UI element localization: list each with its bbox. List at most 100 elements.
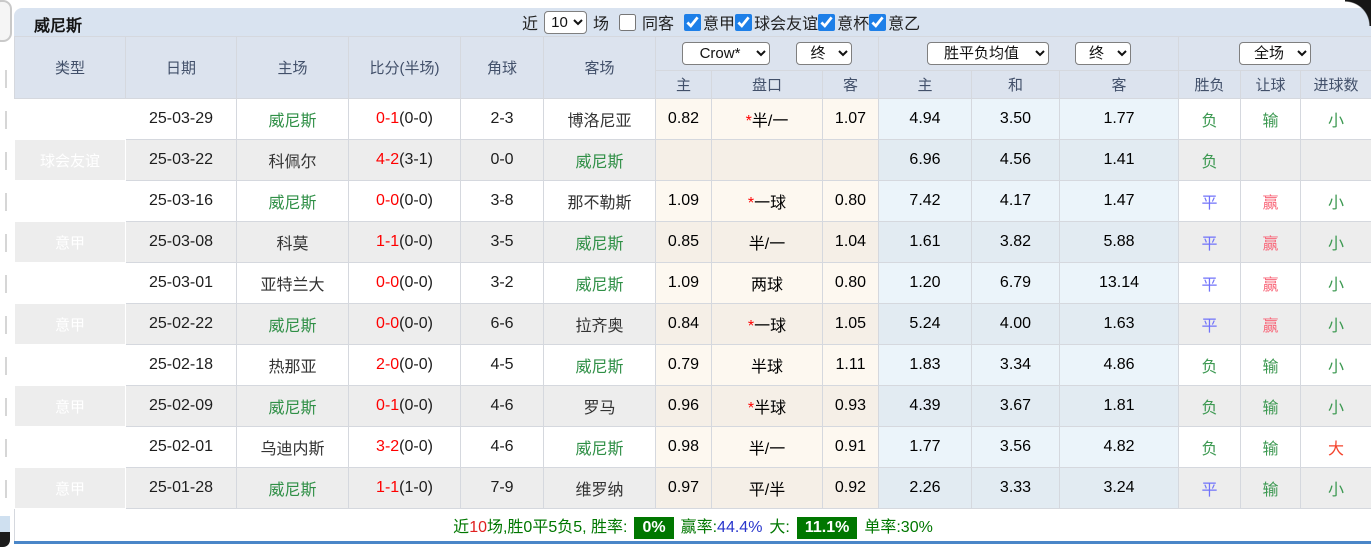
home-team-name[interactable]: 热那亚 bbox=[236, 344, 349, 386]
corners-cell: 4-5 bbox=[460, 344, 544, 386]
score-cell: 0-1(0-0) bbox=[348, 98, 461, 140]
sub-header-goals: 进球数 bbox=[1300, 70, 1371, 99]
fulltime-score: 0-0 bbox=[376, 315, 400, 332]
halftime-score: (0-0) bbox=[399, 274, 433, 291]
league-label-coppa-italia: 意杯 bbox=[837, 16, 870, 33]
handicap-time-select[interactable]: 终 bbox=[796, 42, 852, 65]
away-team-name[interactable]: 威尼斯 bbox=[543, 262, 656, 304]
window-edge-artifact bbox=[0, 0, 12, 42]
sub-header-handicap-result: 让球 bbox=[1240, 70, 1302, 99]
recent-count-select[interactable]: 10 bbox=[544, 10, 588, 34]
halftime-score: (1-0) bbox=[399, 479, 433, 496]
window-edge-artifact bbox=[0, 516, 10, 532]
match-date: 25-02-22 bbox=[125, 303, 237, 345]
avg-odds-home: 1.61 bbox=[878, 221, 972, 263]
average-odds-select[interactable]: 胜平负均值 bbox=[926, 42, 1049, 65]
bookmaker-select[interactable]: Crow* bbox=[682, 42, 770, 65]
league-badge: 意甲 bbox=[14, 221, 126, 263]
corners-cell: 0-0 bbox=[460, 139, 544, 181]
avg-odds-away: 4.82 bbox=[1058, 426, 1180, 468]
match-row: 意甲 25-02-09 威尼斯 0-1(0-0) 4-6 罗马 0.96 *半球 0.93 4.3… bbox=[14, 385, 1371, 427]
handicap-odds-away: 1.04 bbox=[822, 221, 879, 263]
stats-summary: 近10场,胜0平5负5, 胜率: 0% 赢率:44.4% 大: 11.1% 单率:30% bbox=[13, 508, 1371, 543]
away-team-name[interactable]: 维罗纳 bbox=[543, 467, 656, 509]
handicap-line-cell: *一球 bbox=[711, 180, 823, 222]
matches-table: 类型 日期 主场 比分(半场) 角球 客场 Crow* 终 胜平负均值 终 全场… bbox=[13, 36, 1371, 543]
league-badge: 意甲 bbox=[14, 180, 126, 222]
avg-odds-draw: 3.56 bbox=[971, 426, 1060, 468]
away-team-name[interactable]: 威尼斯 bbox=[543, 344, 656, 386]
league-checkbox-serie-a[interactable] bbox=[684, 13, 702, 31]
avg-odds-away: 1.81 bbox=[1058, 385, 1180, 427]
away-team-name[interactable]: 罗马 bbox=[543, 385, 656, 427]
avg-odds-home: 1.77 bbox=[878, 426, 972, 468]
result-goals: 小 bbox=[1300, 303, 1371, 345]
summary-big-label: 大: bbox=[769, 518, 790, 536]
handicap-line: 半球 bbox=[750, 359, 783, 376]
match-date: 25-03-16 bbox=[125, 180, 237, 222]
result-handicap: 输 bbox=[1240, 385, 1302, 427]
average-time-select[interactable]: 终 bbox=[1074, 42, 1131, 65]
away-team-name[interactable]: 拉齐奥 bbox=[543, 303, 656, 345]
avg-odds-draw: 6.79 bbox=[971, 262, 1060, 304]
fulltime-score: 1-1 bbox=[376, 233, 400, 250]
match-date: 25-02-09 bbox=[125, 385, 237, 427]
handicap-odds-away bbox=[822, 139, 879, 181]
avg-odds-draw: 3.50 bbox=[971, 98, 1060, 140]
col-header-corner: 角球 bbox=[460, 36, 544, 99]
result-outcome: 负 bbox=[1178, 385, 1242, 427]
fulltime-score: 1-1 bbox=[376, 479, 400, 496]
halftime-score: (0-0) bbox=[399, 438, 433, 455]
halftime-score: (0-0) bbox=[399, 192, 433, 209]
halftime-score: (0-0) bbox=[399, 233, 433, 250]
result-handicap: 赢 bbox=[1240, 180, 1302, 222]
handicap-odds-home: 0.85 bbox=[655, 221, 712, 263]
league-badge: 意甲 bbox=[14, 344, 126, 386]
avg-odds-away: 4.86 bbox=[1058, 344, 1180, 386]
avg-odds-draw: 4.17 bbox=[971, 180, 1060, 222]
match-row: 球会友谊 25-03-22 科佩尔 4-2(3-1) 0-0 威尼斯 6.96 4.56 1.4… bbox=[14, 139, 1371, 181]
league-checkbox-coppa-italia[interactable] bbox=[818, 13, 836, 31]
filter-bar: 威尼斯 近 10 场 同客 意甲 球会友谊 意杯 意乙 bbox=[14, 8, 1371, 36]
result-handicap: 赢 bbox=[1240, 262, 1302, 304]
result-outcome: 平 bbox=[1178, 180, 1242, 222]
fulltime-score: 3-2 bbox=[376, 438, 400, 455]
home-team-name[interactable]: 威尼斯 bbox=[236, 467, 349, 509]
handicap-line-cell bbox=[711, 139, 823, 181]
away-team-name[interactable]: 威尼斯 bbox=[543, 426, 656, 468]
same-venue-checkbox[interactable] bbox=[619, 13, 637, 31]
same-venue-label: 同客 bbox=[642, 16, 675, 33]
home-team-name[interactable]: 威尼斯 bbox=[236, 180, 349, 222]
league-checkbox-club-friendly[interactable] bbox=[735, 13, 753, 31]
halftime-score: (3-1) bbox=[399, 151, 433, 168]
away-team-name[interactable]: 威尼斯 bbox=[543, 221, 656, 263]
fulltime-select[interactable]: 全场 bbox=[1239, 42, 1312, 65]
home-team-name[interactable]: 科佩尔 bbox=[236, 139, 349, 181]
home-team-name[interactable]: 威尼斯 bbox=[236, 98, 349, 140]
avg-odds-draw: 3.33 bbox=[971, 467, 1060, 509]
home-team-name[interactable]: 亚特兰大 bbox=[236, 262, 349, 304]
league-label-serie-a: 意甲 bbox=[703, 16, 736, 33]
result-goals: 大 bbox=[1300, 426, 1371, 468]
away-team-name[interactable]: 博洛尼亚 bbox=[543, 98, 656, 140]
league-checkbox-serie-b[interactable] bbox=[869, 13, 887, 31]
home-team-name[interactable]: 科莫 bbox=[236, 221, 349, 263]
away-team-name[interactable]: 那不勒斯 bbox=[543, 180, 656, 222]
home-team-name[interactable]: 乌迪内斯 bbox=[236, 426, 349, 468]
home-team-name[interactable]: 威尼斯 bbox=[236, 303, 349, 345]
summary-single-rate: 单率:30% bbox=[864, 518, 933, 536]
home-team-name[interactable]: 威尼斯 bbox=[236, 385, 349, 427]
score-cell: 4-2(3-1) bbox=[348, 139, 461, 181]
result-outcome: 负 bbox=[1178, 344, 1242, 386]
page-title: 威尼斯 bbox=[34, 18, 83, 35]
filter-controls: 近 10 场 同客 意甲 球会友谊 意杯 意乙 bbox=[522, 8, 920, 36]
handicap-odds-away: 0.80 bbox=[822, 262, 879, 304]
score-cell: 0-0(0-0) bbox=[348, 262, 461, 304]
avg-odds-home: 5.24 bbox=[878, 303, 972, 345]
halftime-score: (0-0) bbox=[399, 356, 433, 373]
avg-odds-home: 2.26 bbox=[878, 467, 972, 509]
result-handicap: 输 bbox=[1240, 467, 1302, 509]
handicap-line-cell: *半/一 bbox=[711, 98, 823, 140]
away-team-name[interactable]: 威尼斯 bbox=[543, 139, 656, 181]
handicap-line-cell: *半球 bbox=[711, 385, 823, 427]
